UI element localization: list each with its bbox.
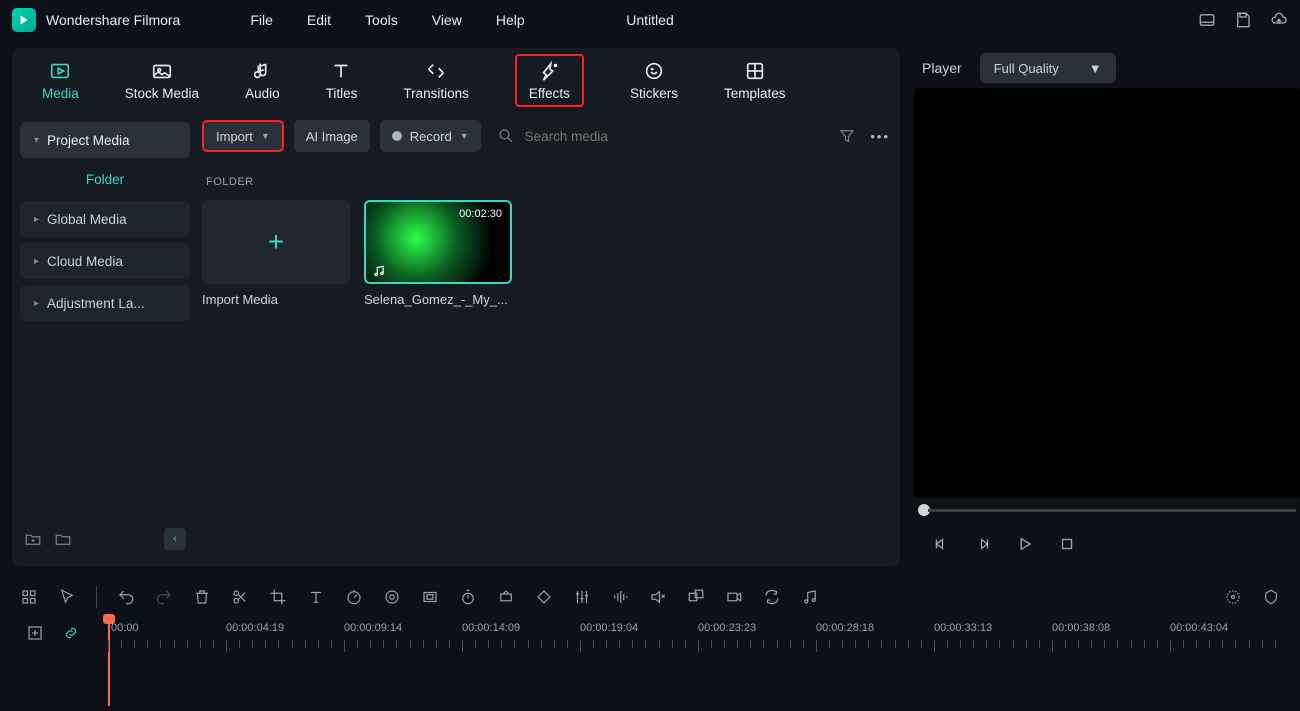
sidebar-folder[interactable]: Folder <box>20 164 190 201</box>
app-logo <box>12 8 36 32</box>
target-icon[interactable] <box>1224 588 1242 606</box>
menu-edit[interactable]: Edit <box>307 12 331 28</box>
media-clip[interactable]: 00:02:30 Selena_Gomez_-_My_... <box>364 200 512 307</box>
clip-name: Selena_Gomez_-_My_... <box>364 292 512 307</box>
filter-icon[interactable] <box>838 127 856 145</box>
titlebar: Wondershare Filmora File Edit Tools View… <box>0 0 1300 40</box>
stop-icon[interactable] <box>1058 535 1076 553</box>
color-icon[interactable] <box>383 588 401 606</box>
tab-stock-media[interactable]: Stock Media <box>125 60 199 101</box>
tab-stickers[interactable]: Stickers <box>630 60 678 101</box>
sync-icon[interactable] <box>763 588 781 606</box>
ai-image-button[interactable]: AI Image <box>294 120 370 152</box>
stopwatch-icon[interactable] <box>459 588 477 606</box>
keyframe-icon[interactable] <box>497 588 515 606</box>
scrub-bar[interactable] <box>914 498 1300 522</box>
link-icon[interactable] <box>62 624 80 642</box>
delete-icon[interactable] <box>193 588 211 606</box>
media-sidebar: ▾Project Media Folder ▸Global Media ▸Clo… <box>12 112 198 566</box>
more-icon[interactable]: ••• <box>870 129 890 144</box>
menu-tools[interactable]: Tools <box>365 12 398 28</box>
timecodes: :00:0000:00:04:1900:00:09:1400:00:14:090… <box>108 622 1288 634</box>
sidebar-global-media[interactable]: ▸Global Media <box>20 201 190 237</box>
timeline-toolbar <box>12 576 1288 618</box>
music-icon <box>372 264 386 278</box>
diamond-icon[interactable] <box>535 588 553 606</box>
audio-tool-icon[interactable] <box>611 588 629 606</box>
import-button[interactable]: Import▼ <box>202 120 284 152</box>
record-icon <box>392 131 402 141</box>
redo-icon[interactable] <box>155 588 173 606</box>
text-icon[interactable] <box>307 588 325 606</box>
menubar: File Edit Tools View Help <box>250 12 524 28</box>
tab-audio[interactable]: Audio <box>245 60 280 101</box>
playhead[interactable] <box>108 618 110 706</box>
player-panel: Player Full Quality▼ <box>914 48 1300 566</box>
folder-section-label: FOLDER <box>202 160 890 200</box>
player-label: Player <box>922 60 962 76</box>
search-input[interactable] <box>525 129 725 144</box>
menu-help[interactable]: Help <box>496 12 525 28</box>
collapse-sidebar-icon[interactable]: ‹ <box>164 528 186 550</box>
add-track-icon[interactable] <box>26 624 44 642</box>
quality-select[interactable]: Full Quality▼ <box>980 53 1116 83</box>
split-icon[interactable] <box>231 588 249 606</box>
group-icon[interactable] <box>687 588 705 606</box>
undo-icon[interactable] <box>117 588 135 606</box>
menu-file[interactable]: File <box>250 12 273 28</box>
tabs-row: Media Stock Media Audio Titles Transitio… <box>12 48 900 112</box>
clip-duration: 00:02:30 <box>459 208 502 220</box>
tab-templates[interactable]: Templates <box>724 60 786 101</box>
import-media-tile[interactable]: + Import Media <box>202 200 350 307</box>
render-icon[interactable] <box>725 588 743 606</box>
crop-icon[interactable] <box>269 588 287 606</box>
tab-effects[interactable]: Effects <box>515 54 584 107</box>
sidebar-cloud-media[interactable]: ▸Cloud Media <box>20 243 190 279</box>
plus-icon: + <box>268 226 284 258</box>
cursor-icon[interactable] <box>58 588 76 606</box>
grid-icon[interactable] <box>20 588 38 606</box>
tab-transitions[interactable]: Transitions <box>403 60 469 101</box>
record-button[interactable]: Record▼ <box>380 120 481 152</box>
adjust-icon[interactable] <box>573 588 591 606</box>
prev-frame-icon[interactable] <box>932 535 950 553</box>
marker-icon[interactable] <box>1262 588 1280 606</box>
tab-media[interactable]: Media <box>42 60 79 101</box>
media-toolbar: Import▼ AI Image Record▼ ••• <box>202 112 890 160</box>
cloud-icon[interactable] <box>1270 11 1288 29</box>
preview-area[interactable] <box>914 88 1300 498</box>
app-name: Wondershare Filmora <box>46 12 180 28</box>
play-icon[interactable] <box>1016 535 1034 553</box>
menu-view[interactable]: View <box>432 12 462 28</box>
new-folder-icon[interactable] <box>24 530 42 548</box>
sidebar-adjustment-layer[interactable]: ▸Adjustment La... <box>20 285 190 321</box>
search-icon <box>497 127 515 145</box>
tab-titles[interactable]: Titles <box>326 60 358 101</box>
speed-icon[interactable] <box>345 588 363 606</box>
save-icon[interactable] <box>1234 11 1252 29</box>
layout-icon[interactable] <box>1198 11 1216 29</box>
timeline-ruler[interactable]: :00:0000:00:04:1900:00:09:1400:00:14:090… <box>12 618 1288 672</box>
document-title: Untitled <box>626 12 673 28</box>
mask-icon[interactable] <box>421 588 439 606</box>
folder-icon[interactable] <box>54 530 72 548</box>
music-tool-icon[interactable] <box>801 588 819 606</box>
detach-audio-icon[interactable] <box>649 588 667 606</box>
next-frame-icon[interactable] <box>974 535 992 553</box>
sidebar-project-media[interactable]: ▾Project Media <box>20 122 190 158</box>
